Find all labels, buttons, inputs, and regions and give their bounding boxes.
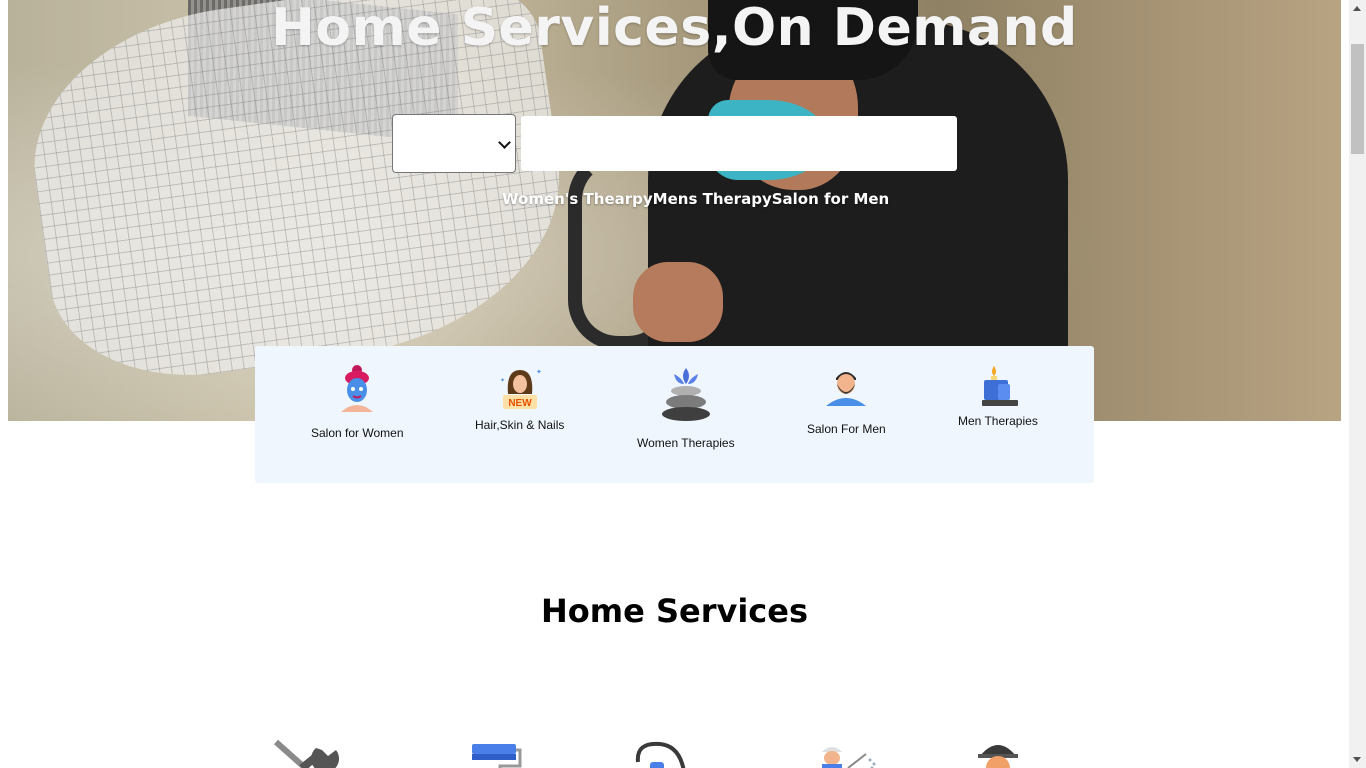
svg-text:✦: ✦ [500, 377, 505, 384]
scroll-up-icon[interactable] [1353, 6, 1361, 11]
quick-links: Women's Thearpy Mens Therapy Salon for M… [502, 190, 889, 208]
category-panel: Salon for Women NEW ✦ ✦ Hair,Skin & Nail… [255, 346, 1094, 483]
vacuum-cleaner-icon [635, 741, 686, 768]
lotus-stones-icon [661, 368, 710, 421]
category-label: Salon For Men [807, 422, 886, 436]
page: Home Services,On Demand Women's Thearpy … [0, 0, 1349, 768]
vertical-scrollbar[interactable] [1349, 0, 1366, 768]
worker-helmet-icon [978, 745, 1018, 768]
category-salon-for-men[interactable]: Salon For Men [807, 366, 886, 436]
category-label: Men Therapies [958, 414, 1038, 428]
service-painting[interactable] [470, 738, 522, 768]
category-men-therapies[interactable]: Men Therapies [958, 366, 1038, 428]
city-select[interactable] [392, 114, 516, 173]
scrollbar-thumb[interactable] [1351, 44, 1364, 154]
category-label: Women Therapies [637, 436, 735, 450]
search-input[interactable] [521, 116, 957, 171]
quick-link-mens-therapy[interactable]: Mens Therapy [653, 190, 772, 208]
candle-icon [981, 366, 1018, 406]
chevron-down-icon [498, 136, 511, 149]
hero-title: Home Services,On Demand [271, 0, 1078, 58]
quick-link-salon-for-men[interactable]: Salon for Men [772, 190, 890, 208]
service-pest-control[interactable] [814, 738, 880, 768]
service-handyman[interactable] [978, 738, 1018, 768]
new-woman-icon: NEW ✦ ✦ [500, 368, 542, 409]
woman-face-mask-icon [341, 365, 374, 412]
paint-roller-icon [472, 744, 522, 768]
quick-link-womens-therapy[interactable]: Women's Thearpy [502, 190, 653, 208]
category-salon-for-women[interactable]: Salon for Women [311, 364, 404, 440]
svg-text:✦: ✦ [536, 368, 542, 376]
category-women-therapies[interactable]: Women Therapies [637, 366, 735, 450]
category-hair-skin-nails[interactable]: NEW ✦ ✦ Hair,Skin & Nails [475, 366, 564, 432]
service-repair[interactable] [272, 738, 342, 768]
category-label: Hair,Skin & Nails [475, 418, 565, 432]
wrench-screwdriver-icon [274, 739, 340, 768]
section-title: Home Services [540, 592, 809, 630]
category-label: Salon for Women [311, 426, 404, 440]
scroll-down-icon[interactable] [1353, 757, 1361, 762]
service-cleaning[interactable] [632, 738, 688, 768]
pest-control-icon [822, 747, 876, 768]
svg-text:NEW: NEW [508, 398, 532, 409]
bearded-man-icon [826, 372, 867, 406]
